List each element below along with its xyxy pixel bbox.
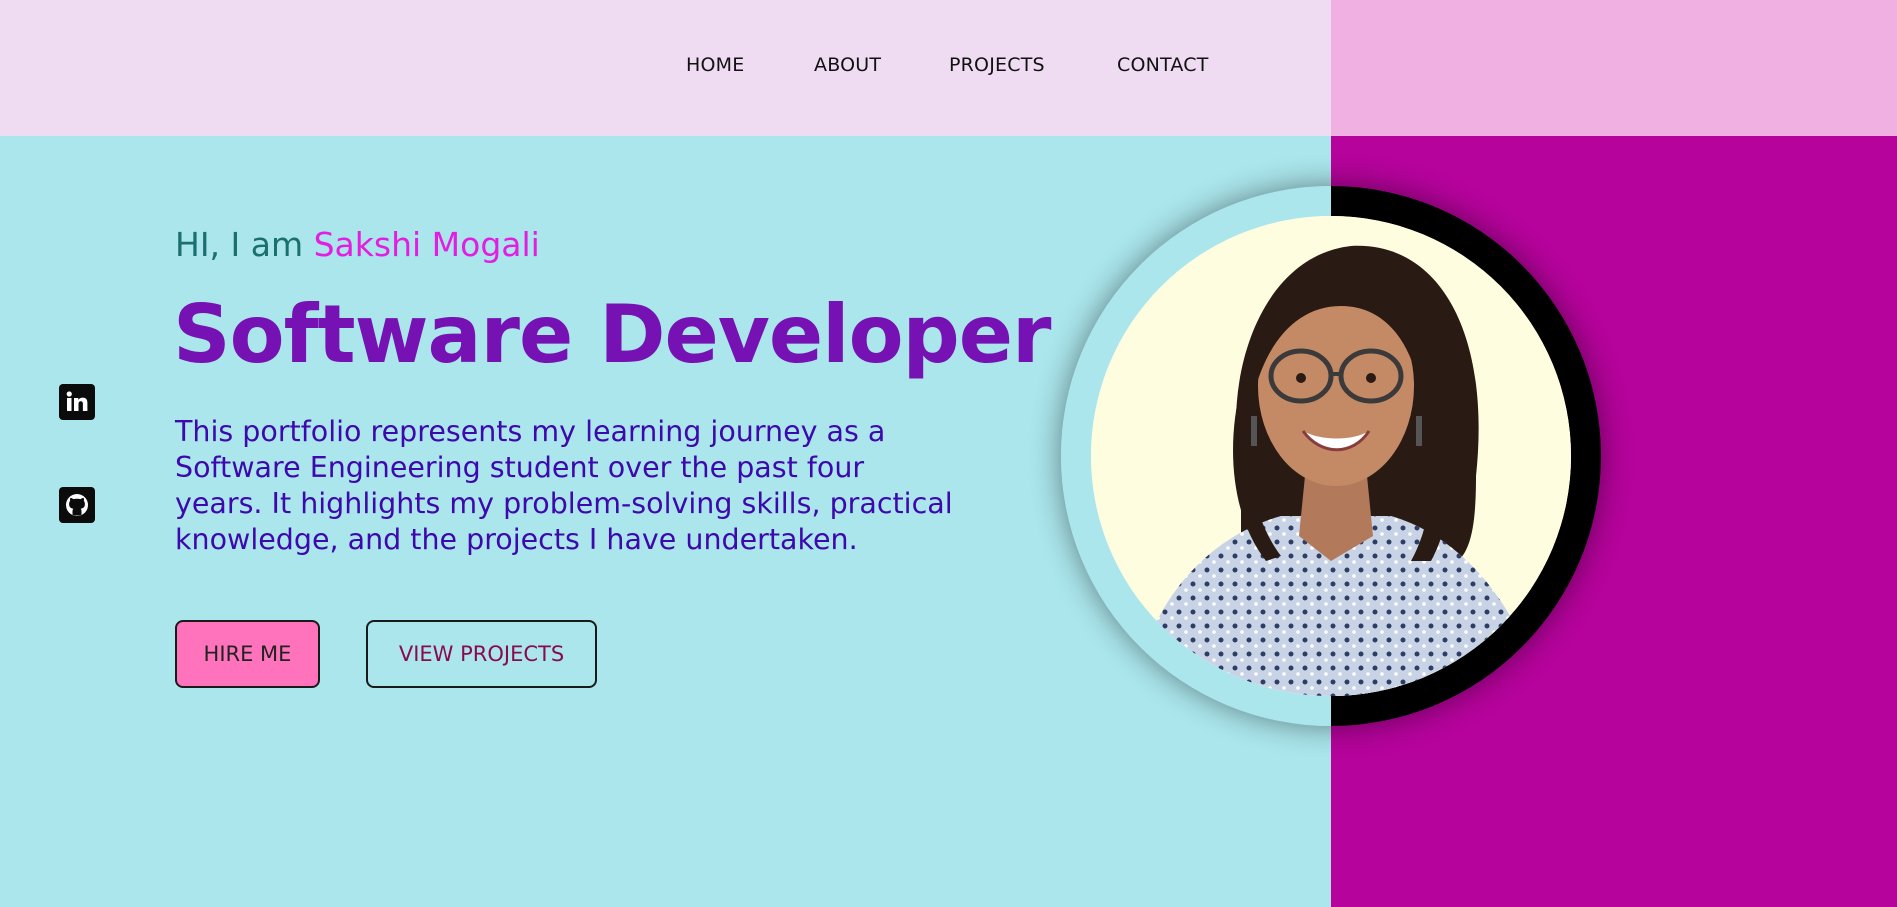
nav-home[interactable]: HOME	[686, 54, 744, 76]
nav-contact[interactable]: CONTACT	[1117, 54, 1209, 76]
github-icon-glyph	[66, 494, 88, 516]
linkedin-icon[interactable]	[59, 384, 95, 420]
profile-photo	[1091, 216, 1571, 696]
view-projects-button[interactable]: VIEW PROJECTS	[366, 620, 597, 688]
hero-headline: Software Developer	[173, 288, 1052, 381]
linkedin-icon-glyph	[66, 391, 88, 411]
nav-projects[interactable]: PROJECTS	[949, 54, 1045, 76]
github-icon[interactable]	[59, 487, 95, 523]
greeting-prefix: HI, I am	[175, 225, 314, 264]
hero-description: This portfolio represents my learning jo…	[175, 415, 953, 556]
nav-about[interactable]: ABOUT	[814, 54, 881, 76]
hero-greeting: HI, I am Sakshi Mogali	[175, 225, 540, 264]
hero-name: Sakshi Mogali	[313, 225, 540, 264]
nav-bar-accent	[1331, 0, 1897, 136]
profile-photo-frame	[1061, 186, 1601, 726]
profile-portrait-image	[1091, 216, 1571, 696]
hire-me-button[interactable]: HIRE ME	[175, 620, 320, 688]
